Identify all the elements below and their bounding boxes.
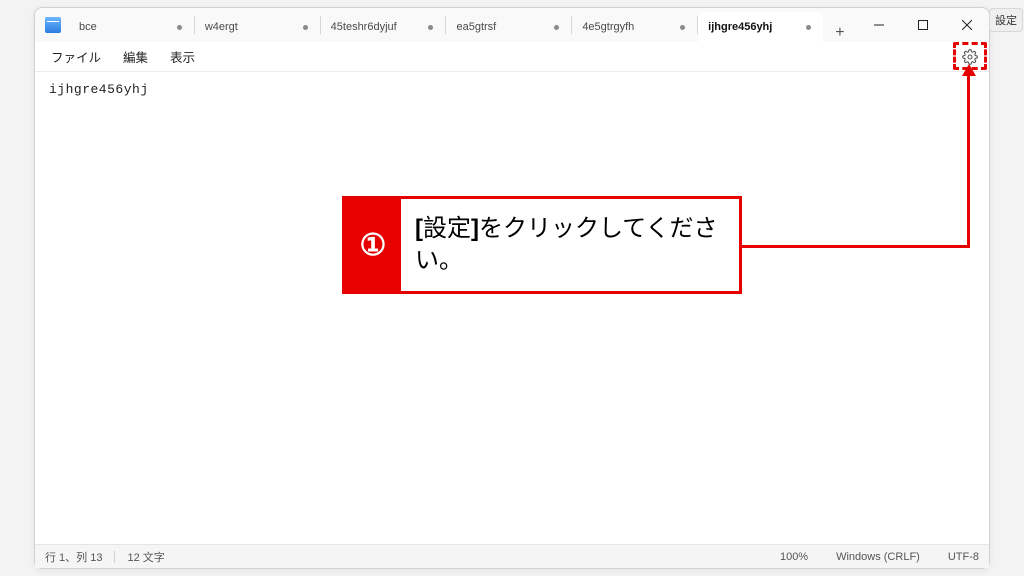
close-icon xyxy=(962,20,972,30)
modified-dot-icon xyxy=(177,25,182,30)
minimize-icon xyxy=(874,20,884,30)
tab-45teshr6dyjuf[interactable]: 45teshr6dyjuf xyxy=(321,12,446,42)
settings-tooltip: 設定 xyxy=(989,8,1023,32)
tab-label: bce xyxy=(79,21,171,33)
status-left: 行 1、列 13 12 文字 xyxy=(45,549,165,565)
menu-edit[interactable]: 編集 xyxy=(113,43,158,70)
statusbar: 行 1、列 13 12 文字 100% Windows (CRLF) UTF-8 xyxy=(35,544,989,568)
tab-label: 4e5gtrgyfh xyxy=(582,21,674,33)
gear-icon xyxy=(962,49,978,65)
status-zoom[interactable]: 100% xyxy=(780,551,808,563)
callout-text: [設定]をクリックしてください。 xyxy=(401,199,739,291)
status-eol[interactable]: Windows (CRLF) xyxy=(836,551,920,563)
modified-dot-icon xyxy=(806,25,811,30)
status-position: 行 1、列 13 xyxy=(45,549,102,565)
tab-label: w4ergt xyxy=(205,21,297,33)
callout-number: ① xyxy=(345,199,401,291)
instruction-callout: ① [設定]をクリックしてください。 xyxy=(342,196,742,294)
modified-dot-icon xyxy=(554,25,559,30)
titlebar: bce w4ergt 45teshr6dyjuf ea5gtrsf 4e5gtr… xyxy=(35,8,989,42)
menu-view[interactable]: 表示 xyxy=(160,43,205,70)
maximize-button[interactable] xyxy=(901,8,945,42)
modified-dot-icon xyxy=(680,25,685,30)
close-button[interactable] xyxy=(945,8,989,42)
editor-area[interactable]: ijhgre456yhj xyxy=(35,72,989,544)
notepad-icon xyxy=(45,17,61,33)
modified-dot-icon xyxy=(303,25,308,30)
window-controls xyxy=(857,8,989,42)
status-right: 100% Windows (CRLF) UTF-8 xyxy=(780,551,979,563)
maximize-icon xyxy=(918,20,928,30)
tab-label: ijhgre456yhj xyxy=(708,21,800,33)
menubar: ファイル 編集 表示 xyxy=(35,42,989,72)
tab-ea5gtrsf[interactable]: ea5gtrsf xyxy=(446,12,571,42)
new-tab-button[interactable]: + xyxy=(823,24,857,42)
tab-w4ergt[interactable]: w4ergt xyxy=(195,12,320,42)
tab-label: ea5gtrsf xyxy=(456,21,548,33)
tab-ijhgre456yhj[interactable]: ijhgre456yhj xyxy=(698,12,823,42)
status-separator xyxy=(114,551,115,563)
modified-dot-icon xyxy=(428,25,433,30)
menu-file[interactable]: ファイル xyxy=(41,43,111,70)
callout-arrow-icon xyxy=(962,64,976,76)
status-encoding[interactable]: UTF-8 xyxy=(948,551,979,563)
app-icon-wrap xyxy=(35,8,69,42)
minimize-button[interactable] xyxy=(857,8,901,42)
status-charcount: 12 文字 xyxy=(127,549,164,565)
callout-connector-vertical xyxy=(967,72,970,248)
tab-label: 45teshr6dyjuf xyxy=(331,21,423,33)
tab-bce[interactable]: bce xyxy=(69,12,194,42)
editor-text: ijhgre456yhj xyxy=(49,82,149,97)
tab-strip: bce w4ergt 45teshr6dyjuf ea5gtrsf 4e5gtr… xyxy=(69,8,857,42)
tab-4e5gtrgyfh[interactable]: 4e5gtrgyfh xyxy=(572,12,697,42)
callout-connector-horizontal xyxy=(742,245,970,248)
